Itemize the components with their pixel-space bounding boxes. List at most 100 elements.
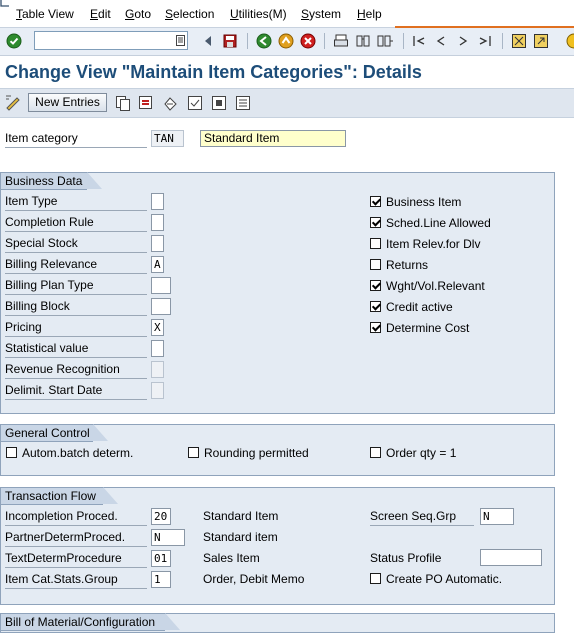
special-stock-label: Special Stock <box>5 235 147 253</box>
menu-help[interactable]: Help <box>357 7 382 21</box>
incompletion-proced-label: Incompletion Proced. <box>5 508 147 526</box>
billing-plan-type-field[interactable] <box>151 277 171 294</box>
completion-rule-field[interactable] <box>151 214 164 231</box>
business-item-label: Business Item <box>386 195 462 209</box>
delete-icon[interactable] <box>138 95 154 111</box>
incompletion-proced-field[interactable]: 20 <box>151 508 171 525</box>
wght-vol-relevant-checkbox[interactable] <box>370 280 381 291</box>
command-field[interactable] <box>34 31 188 50</box>
revenue-recognition-field <box>151 361 164 378</box>
billing-relevance-label: Billing Relevance <box>5 256 147 274</box>
general-control-title: General Control <box>1 424 108 442</box>
returns-label: Returns <box>386 258 429 272</box>
check-icon[interactable] <box>6 33 22 49</box>
command-history-icon[interactable] <box>176 35 185 46</box>
item-cat-stats-group-label: Item Cat.Stats.Group <box>5 571 147 589</box>
determine-cost-label: Determine Cost <box>386 321 470 335</box>
expand-left-icon[interactable] <box>200 33 216 49</box>
select-block-icon[interactable] <box>211 95 227 111</box>
create-session-icon[interactable] <box>511 33 527 49</box>
delimit-start-date-label: Delimit. Start Date <box>5 382 147 400</box>
new-entries-button[interactable]: New Entries <box>28 93 107 112</box>
rounding-permitted-label: Rounding permitted <box>204 446 309 460</box>
menu-bar: Table View Edit Goto Selection Utilities… <box>0 0 574 28</box>
determine-cost-checkbox[interactable] <box>370 322 381 333</box>
item-type-field[interactable] <box>151 193 164 210</box>
first-page-icon[interactable] <box>411 33 427 49</box>
sched-line-allowed-label: Sched.Line Allowed <box>386 216 491 230</box>
autom-batch-determ-checkbox[interactable] <box>6 447 17 458</box>
status-profile-label: Status Profile <box>370 551 442 565</box>
next-page-icon[interactable] <box>455 33 471 49</box>
text-determ-procedure-field[interactable]: 01 <box>151 550 171 567</box>
toolbar-separator <box>324 33 325 49</box>
cancel-icon[interactable] <box>300 33 316 49</box>
credit-active-checkbox[interactable] <box>370 301 381 312</box>
copy-as-icon[interactable] <box>115 95 131 111</box>
undo-change-icon[interactable] <box>162 95 178 111</box>
special-stock-field[interactable] <box>151 235 164 252</box>
business-item-checkbox[interactable] <box>370 196 381 207</box>
item-category-description-field[interactable]: Standard Item <box>200 130 346 147</box>
screen-seq-grp-label: Screen Seq.Grp <box>370 508 474 526</box>
credit-active-label: Credit active <box>386 300 453 314</box>
toolbar-separator <box>403 33 404 49</box>
menu-edit[interactable]: Edit <box>90 7 111 21</box>
statistical-value-label: Statistical value <box>5 340 147 358</box>
exit-icon[interactable] <box>278 33 294 49</box>
menu-utilities[interactable]: Utilities(M) <box>230 7 287 21</box>
pricing-label: Pricing <box>5 319 147 337</box>
menu-table-view[interactable]: Table View <box>16 7 74 21</box>
help-icon[interactable] <box>566 33 574 49</box>
billing-block-field[interactable] <box>151 298 171 315</box>
autom-batch-determ-label: Autom.batch determ. <box>22 446 134 460</box>
text-determ-procedure-desc: Sales Item <box>203 551 260 565</box>
order-qty-1-checkbox[interactable] <box>370 447 381 458</box>
status-profile-field[interactable] <box>480 549 542 566</box>
shortcut-icon[interactable] <box>533 33 549 49</box>
find-icon[interactable] <box>355 33 371 49</box>
select-all-icon[interactable] <box>187 95 203 111</box>
toolbar-separator <box>247 33 248 49</box>
deselect-all-icon[interactable] <box>235 95 251 111</box>
billing-relevance-field[interactable]: A <box>151 256 164 273</box>
title-area: Change View "Maintain Item Categories": … <box>0 56 574 88</box>
menu-goto[interactable]: Goto <box>125 7 151 21</box>
order-qty-1-label: Order qty = 1 <box>386 446 457 460</box>
delimit-start-date-field <box>151 382 164 399</box>
print-icon[interactable] <box>333 33 349 49</box>
business-data-title: Business Data <box>1 172 102 190</box>
menu-selection[interactable]: Selection <box>165 7 214 21</box>
command-input[interactable] <box>37 33 169 50</box>
billing-plan-type-label: Billing Plan Type <box>5 277 147 295</box>
bill-of-material-title: Bill of Material/Configuration <box>1 613 180 631</box>
returns-checkbox[interactable] <box>370 259 381 270</box>
item-cat-stats-group-field[interactable]: 1 <box>151 571 171 588</box>
rounding-permitted-checkbox[interactable] <box>188 447 199 458</box>
save-icon[interactable] <box>222 33 238 49</box>
pricing-field[interactable]: X <box>151 319 164 336</box>
display-change-icon[interactable] <box>5 95 21 111</box>
screen-seq-grp-field[interactable]: N <box>480 508 514 525</box>
previous-page-icon[interactable] <box>433 33 449 49</box>
find-next-icon[interactable] <box>377 33 393 49</box>
back-icon[interactable] <box>256 33 272 49</box>
wght-vol-relevant-label: Wght/Vol.Relevant <box>386 279 485 293</box>
statistical-value-field[interactable] <box>151 340 164 357</box>
item-relev-for-dlv-checkbox[interactable] <box>370 238 381 249</box>
partner-determ-proced-field[interactable]: N <box>151 529 185 546</box>
text-determ-procedure-label: TextDetermProcedure <box>5 550 147 568</box>
standard-toolbar <box>0 28 574 56</box>
transaction-flow-title: Transaction Flow <box>1 487 118 505</box>
create-po-automatic-checkbox[interactable] <box>370 573 381 584</box>
item-category-field: TAN <box>151 130 184 147</box>
completion-rule-label: Completion Rule <box>5 214 147 232</box>
item-type-label: Item Type <box>5 193 147 211</box>
item-category-label: Item category <box>5 130 147 148</box>
sched-line-allowed-checkbox[interactable] <box>370 217 381 228</box>
create-po-automatic-label: Create PO Automatic. <box>386 572 503 586</box>
page-title: Change View "Maintain Item Categories": … <box>5 62 422 82</box>
menu-system[interactable]: System <box>301 7 341 21</box>
last-page-icon[interactable] <box>477 33 493 49</box>
revenue-recognition-label: Revenue Recognition <box>5 361 147 379</box>
